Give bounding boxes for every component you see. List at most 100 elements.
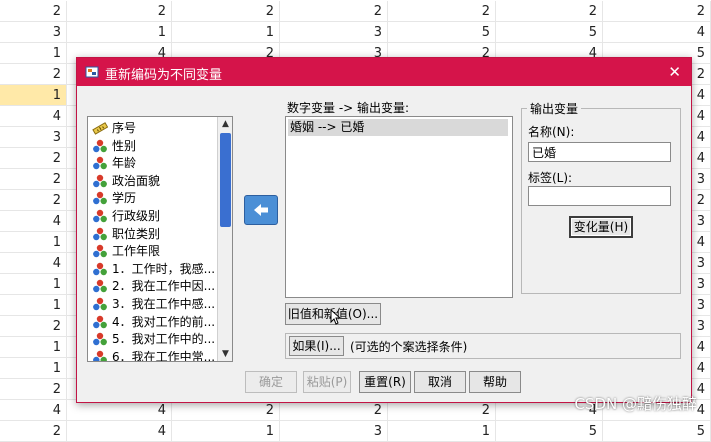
- grid-cell[interactable]: 1: [388, 421, 496, 442]
- variable-label: 5．我对工作中的...: [112, 332, 216, 347]
- nominal-variable-icon: [93, 139, 107, 152]
- variable-label: 1．工作时，我感...: [112, 261, 216, 276]
- grid-cell[interactable]: 5: [603, 421, 711, 442]
- grid-cell[interactable]: 1: [172, 22, 280, 43]
- nominal-variable-icon: [93, 262, 107, 275]
- variable-label: 序号: [112, 121, 137, 135]
- grid-cell[interactable]: 2: [388, 1, 496, 22]
- grid-cell[interactable]: 2: [280, 400, 388, 421]
- move-variable-button[interactable]: [244, 195, 278, 225]
- variable-label: 性别: [112, 138, 137, 153]
- scale-ruler-icon: [92, 122, 108, 135]
- grid-cell[interactable]: 4: [0, 400, 67, 421]
- cancel-button[interactable]: 取消: [414, 371, 466, 393]
- scroll-thumb[interactable]: [220, 133, 231, 227]
- grid-cell[interactable]: 1: [172, 421, 280, 442]
- label-field-label: 标签(L):: [528, 171, 573, 185]
- grid-cell[interactable]: 2: [388, 400, 496, 421]
- mapping-item[interactable]: 婚姻 --> 已婚: [288, 119, 508, 136]
- grid-cell[interactable]: 5: [496, 421, 603, 442]
- grid-cell[interactable]: 4: [0, 253, 67, 274]
- nominal-variable-icon: [93, 192, 107, 205]
- scroll-up-icon[interactable]: ▲: [218, 117, 232, 131]
- name-field-label: 名称(N):: [528, 125, 575, 139]
- grid-cell[interactable]: 2: [172, 1, 280, 22]
- grid-cell[interactable]: 2: [0, 1, 67, 22]
- grid-cell[interactable]: 5: [388, 22, 496, 43]
- grid-cell[interactable]: 2: [0, 148, 67, 169]
- nominal-variable-icon: [93, 332, 107, 346]
- dialog-title: 重新编码为不同变量: [105, 68, 223, 83]
- grid-cell[interactable]: 3: [280, 421, 388, 442]
- help-button[interactable]: 帮助: [469, 371, 521, 393]
- grid-cell[interactable]: 2: [280, 1, 388, 22]
- nominal-variable-icon: [93, 315, 107, 328]
- variable-label: 行政级别: [112, 209, 161, 223]
- if-button[interactable]: 如果(I)...: [289, 336, 344, 356]
- grid-cell[interactable]: 2: [0, 190, 67, 211]
- nominal-variable-icon: [93, 297, 107, 311]
- nominal-variable-icon: [93, 174, 107, 187]
- grid-cell[interactable]: 4: [603, 22, 711, 43]
- grid-cell[interactable]: 4: [67, 421, 172, 442]
- label-input[interactable]: [528, 186, 671, 206]
- condition-row: 如果(I)... (可选的个案选择条件): [285, 333, 681, 359]
- variable-label: 工作年限: [112, 244, 161, 259]
- grid-cell[interactable]: 1: [0, 43, 67, 64]
- source-variable-list[interactable]: 序号性别年龄政治面貌学历行政级别职位类别工作年限 1．工作时，我感... 2．我在工…: [87, 116, 233, 362]
- grid-cell[interactable]: 2: [67, 1, 172, 22]
- arrow-left-icon: [254, 204, 268, 216]
- watermark: CSDN @黯伤独醉: [574, 395, 697, 413]
- mapping-list-label: 数字变量 -> 输出变量:: [287, 101, 410, 115]
- dialog-titlebar[interactable]: 重新编码为不同变量 ✕: [77, 58, 691, 86]
- grid-cell[interactable]: 2: [0, 169, 67, 190]
- reset-button[interactable]: 重置(R): [359, 371, 411, 393]
- output-variable-group: 输出变量 名称(N): 已婚 标签(L): 变化量(H): [521, 100, 681, 294]
- condition-text: (可选的个案选择条件): [350, 340, 468, 354]
- nominal-variable-icon: [93, 156, 107, 170]
- grid-cell[interactable]: 3: [0, 127, 67, 148]
- name-input[interactable]: 已婚: [528, 142, 671, 162]
- variable-label: 政治面貌: [112, 173, 161, 188]
- mouse-cursor-icon: [330, 309, 340, 325]
- recode-dialog: 重新编码为不同变量 ✕ 序号性别年龄政治面貌学历行政级别职位类别工作年限 1．工作…: [76, 57, 692, 403]
- variable-label: 4．我对工作的前...: [112, 314, 216, 329]
- grid-cell[interactable]: 1: [0, 274, 67, 295]
- nominal-variable-icon: [93, 244, 107, 258]
- grid-cell[interactable]: 3: [280, 22, 388, 43]
- grid-cell[interactable]: 2: [172, 400, 280, 421]
- scroll-down-icon[interactable]: ▼: [218, 347, 232, 361]
- paste-button[interactable]: 粘贴(P): [303, 371, 351, 393]
- nominal-variable-icon: [93, 209, 107, 223]
- grid-cell[interactable]: 1: [0, 232, 67, 253]
- nominal-variable-icon: [93, 280, 107, 293]
- grid-cell[interactable]: 2: [0, 379, 67, 400]
- grid-cell[interactable]: 5: [496, 22, 603, 43]
- variable-list-scrollbar[interactable]: ▲ ▼: [217, 117, 232, 361]
- close-icon[interactable]: ✕: [668, 63, 681, 81]
- nominal-variable-icon: [93, 227, 107, 240]
- variable-label: 年龄: [112, 156, 137, 171]
- ok-button[interactable]: 确定: [245, 371, 297, 393]
- variable-label: 3．我在工作中感...: [112, 297, 216, 311]
- variable-label: 2．我在工作中因...: [112, 279, 216, 294]
- grid-cell[interactable]: 1: [0, 85, 67, 106]
- grid-cell[interactable]: 2: [0, 64, 67, 85]
- grid-cell[interactable]: 4: [0, 211, 67, 232]
- grid-cell[interactable]: 1: [0, 295, 67, 316]
- variable-label: 6．我在工作中常...: [112, 349, 216, 362]
- grid-cell[interactable]: 1: [67, 22, 172, 43]
- grid-cell[interactable]: 2: [0, 316, 67, 337]
- grid-cell[interactable]: 3: [0, 22, 67, 43]
- grid-cell[interactable]: 2: [0, 421, 67, 442]
- grid-cell[interactable]: 2: [496, 1, 603, 22]
- variable-label: 职位类别: [112, 226, 161, 241]
- change-button[interactable]: 变化量(H): [569, 216, 633, 238]
- variable-label: 学历: [112, 191, 137, 206]
- grid-cell[interactable]: 1: [0, 358, 67, 379]
- variable-mapping-list[interactable]: 婚姻 --> 已婚: [285, 116, 513, 298]
- grid-cell[interactable]: 2: [603, 1, 711, 22]
- grid-cell[interactable]: 1: [0, 337, 67, 358]
- grid-cell[interactable]: 4: [0, 106, 67, 127]
- grid-cell[interactable]: 4: [67, 400, 172, 421]
